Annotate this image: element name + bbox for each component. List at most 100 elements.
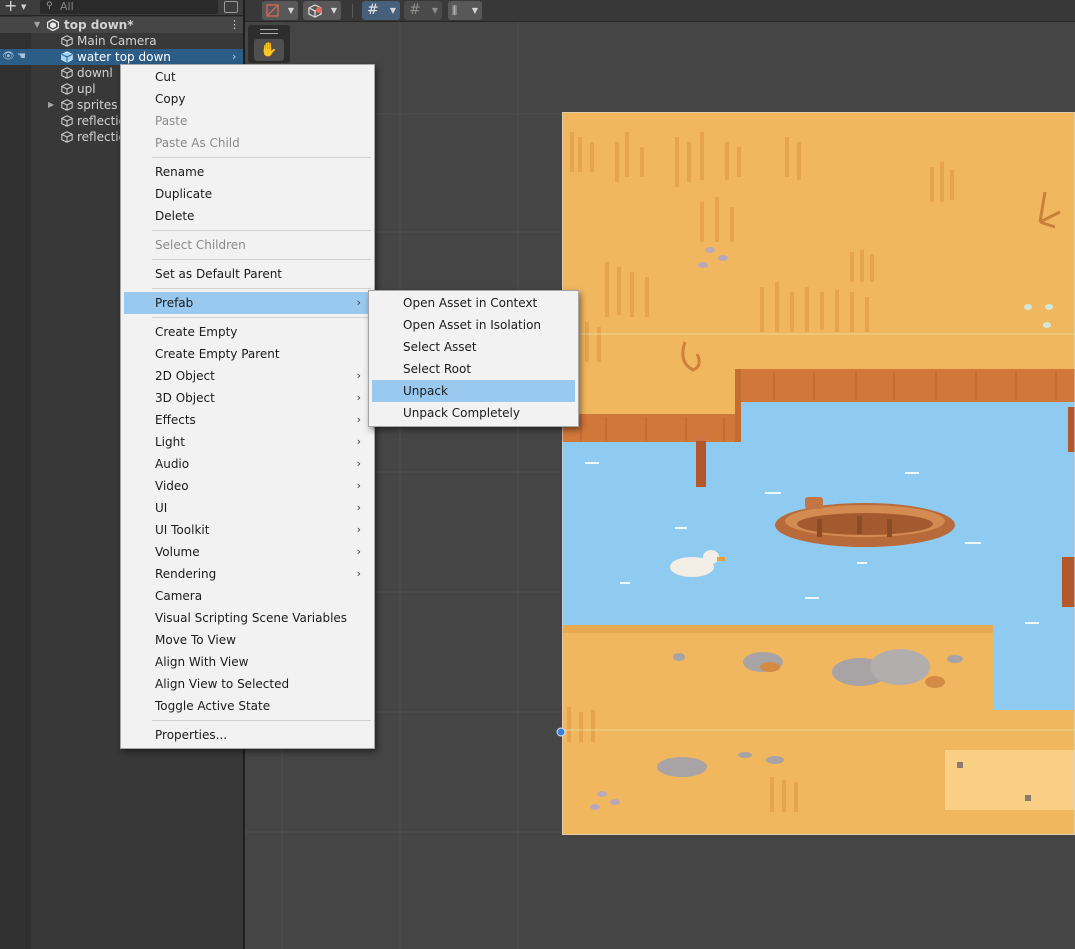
context-menu: Cut Copy Paste Paste As Child Rename Dup… xyxy=(120,64,375,749)
fold-open-icon[interactable]: ▼ xyxy=(34,17,40,33)
increment-snap-button[interactable]: # ▼ xyxy=(404,1,442,20)
menu-item-ui-toolkit[interactable]: UI Toolkit › xyxy=(124,519,371,541)
chevron-right-icon: › xyxy=(356,413,361,426)
fold-closed-icon[interactable]: ▶ xyxy=(48,97,54,113)
toolbar-separator xyxy=(352,4,353,18)
menu-item-label: Video xyxy=(155,479,189,493)
menu-item-move-to-view[interactable]: Move To View xyxy=(124,629,371,651)
hand-tool-button[interactable]: ✋ xyxy=(254,39,284,61)
menu-item-copy[interactable]: Copy xyxy=(124,88,371,110)
menu-item-label: 2D Object xyxy=(155,369,215,383)
menu-item-delete[interactable]: Delete xyxy=(124,205,371,227)
menu-item-rename[interactable]: Rename xyxy=(124,161,371,183)
wooden-post xyxy=(1068,407,1075,452)
menu-item-select-children: Select Children xyxy=(155,238,246,252)
gameobject-icon xyxy=(61,131,73,143)
chevron-right-icon: › xyxy=(356,501,361,514)
menu-separator xyxy=(152,720,371,721)
eye-icon[interactable]: 👁 xyxy=(2,49,15,65)
drag-handle[interactable] xyxy=(260,29,278,34)
add-object-button[interactable]: + ▼ xyxy=(4,0,32,14)
chevron-right-icon: › xyxy=(356,296,361,309)
menu-item-open-asset-in-isolation[interactable]: Open Asset in Isolation xyxy=(372,314,575,336)
pick-hand-icon[interactable]: ☚ xyxy=(17,49,26,65)
menu-item-video[interactable]: Video › xyxy=(124,475,371,497)
more-vertical-icon[interactable]: ⋮ xyxy=(229,17,240,33)
draw-mode-button[interactable]: ▼ xyxy=(262,1,298,20)
menu-item-label: Rendering xyxy=(155,567,217,581)
menu-item-label: Audio xyxy=(155,457,190,471)
menu-item-label: UI xyxy=(155,501,168,515)
menu-item-paste-as-child: Paste As Child xyxy=(155,136,240,150)
menu-separator xyxy=(152,317,371,318)
menu-item-label: UI Toolkit xyxy=(155,523,210,537)
menu-item-properties[interactable]: Properties... xyxy=(124,724,371,746)
chevron-right-icon: › xyxy=(356,435,361,448)
row-label: sprites xyxy=(77,98,118,112)
menu-item-toggle-active-state[interactable]: Toggle Active State xyxy=(124,695,371,717)
scene-toolbar: ▼ ▼ # ▼ # ▼ ⫼ ▼ xyxy=(245,0,1075,22)
menu-item-3d-object[interactable]: 3D Object › xyxy=(124,387,371,409)
menu-item-volume[interactable]: Volume › xyxy=(124,541,371,563)
scene-name: top down* xyxy=(64,18,134,32)
render-settings-button[interactable]: ⫼ ▼ xyxy=(448,1,482,20)
menu-item-align-view-to-selected[interactable]: Align View to Selected xyxy=(124,673,371,695)
menu-separator xyxy=(152,288,371,289)
hierarchy-row-main-camera[interactable]: Main Camera xyxy=(0,33,243,49)
menu-item-create-empty[interactable]: Create Empty xyxy=(124,321,371,343)
rect-handle[interactable] xyxy=(556,727,566,737)
menu-item-ui[interactable]: UI › xyxy=(124,497,371,519)
search-placeholder: All xyxy=(60,0,74,13)
menu-separator xyxy=(152,157,371,158)
chevron-right-icon: › xyxy=(356,567,361,580)
row-label: Main Camera xyxy=(77,34,157,48)
sand-path xyxy=(945,750,1075,810)
prefab-submenu: Open Asset in Context Open Asset in Isol… xyxy=(368,290,579,427)
hand-icon: ✋ xyxy=(260,42,278,58)
gameobject-icon xyxy=(61,35,73,47)
menu-item-align-with-view[interactable]: Align With View xyxy=(124,651,371,673)
shore-line xyxy=(562,625,993,633)
menu-item-set-default-parent[interactable]: Set as Default Parent xyxy=(124,263,371,285)
chevron-right-icon: › xyxy=(356,523,361,536)
path-pebble xyxy=(1025,795,1031,801)
grid-snapping-button[interactable]: # ▼ xyxy=(362,1,400,20)
menu-item-effects[interactable]: Effects › xyxy=(124,409,371,431)
chevron-down-icon: ▼ xyxy=(471,6,478,15)
menu-item-camera[interactable]: Camera xyxy=(124,585,371,607)
chevron-right-icon: › xyxy=(356,479,361,492)
chevron-right-icon[interactable]: › xyxy=(232,49,236,65)
menu-item-duplicate[interactable]: Duplicate xyxy=(124,183,371,205)
scene-row[interactable]: ▼ top down* ⋮ xyxy=(0,17,243,33)
chevron-down-icon: ▼ xyxy=(330,6,337,15)
menu-item-audio[interactable]: Audio › xyxy=(124,453,371,475)
menu-item-cut[interactable]: Cut xyxy=(124,66,371,88)
menu-item-light[interactable]: Light › xyxy=(124,431,371,453)
visibility-gutter[interactable] xyxy=(0,16,31,949)
hierarchy-row-water-top-down[interactable]: 👁 ☚ water top down › xyxy=(0,49,243,65)
menu-item-visual-scripting-variables[interactable]: Visual Scripting Scene Variables xyxy=(124,607,371,629)
gameobject-icon xyxy=(61,67,73,79)
prefab-icon xyxy=(61,51,73,63)
menu-item-prefab[interactable]: Prefab › xyxy=(124,292,371,314)
menu-item-unpack-completely[interactable]: Unpack Completely xyxy=(372,402,575,424)
menu-item-label: Volume xyxy=(155,545,200,559)
chevron-right-icon: › xyxy=(356,391,361,404)
chevron-right-icon: › xyxy=(356,369,361,382)
gizmo-toggle-button[interactable]: ▼ xyxy=(303,1,341,20)
menu-item-create-empty-parent[interactable]: Create Empty Parent xyxy=(124,343,371,365)
plus-icon: + xyxy=(4,0,18,15)
gameobject-icon xyxy=(61,99,73,111)
menu-item-unpack[interactable]: Unpack xyxy=(372,380,575,402)
row-label: upl xyxy=(77,82,96,96)
scene-visibility-icon[interactable] xyxy=(224,1,238,13)
wooden-post xyxy=(1062,557,1075,607)
menu-item-open-asset-in-context[interactable]: Open Asset in Context xyxy=(372,292,575,314)
tilemap-sprite[interactable] xyxy=(562,112,1075,835)
unity-scene-icon xyxy=(47,19,59,31)
menu-item-select-asset[interactable]: Select Asset xyxy=(372,336,575,358)
hierarchy-search-input[interactable]: ⚲ All xyxy=(40,0,218,14)
menu-item-select-root[interactable]: Select Root xyxy=(372,358,575,380)
menu-item-rendering[interactable]: Rendering › xyxy=(124,563,371,585)
menu-item-2d-object[interactable]: 2D Object › xyxy=(124,365,371,387)
